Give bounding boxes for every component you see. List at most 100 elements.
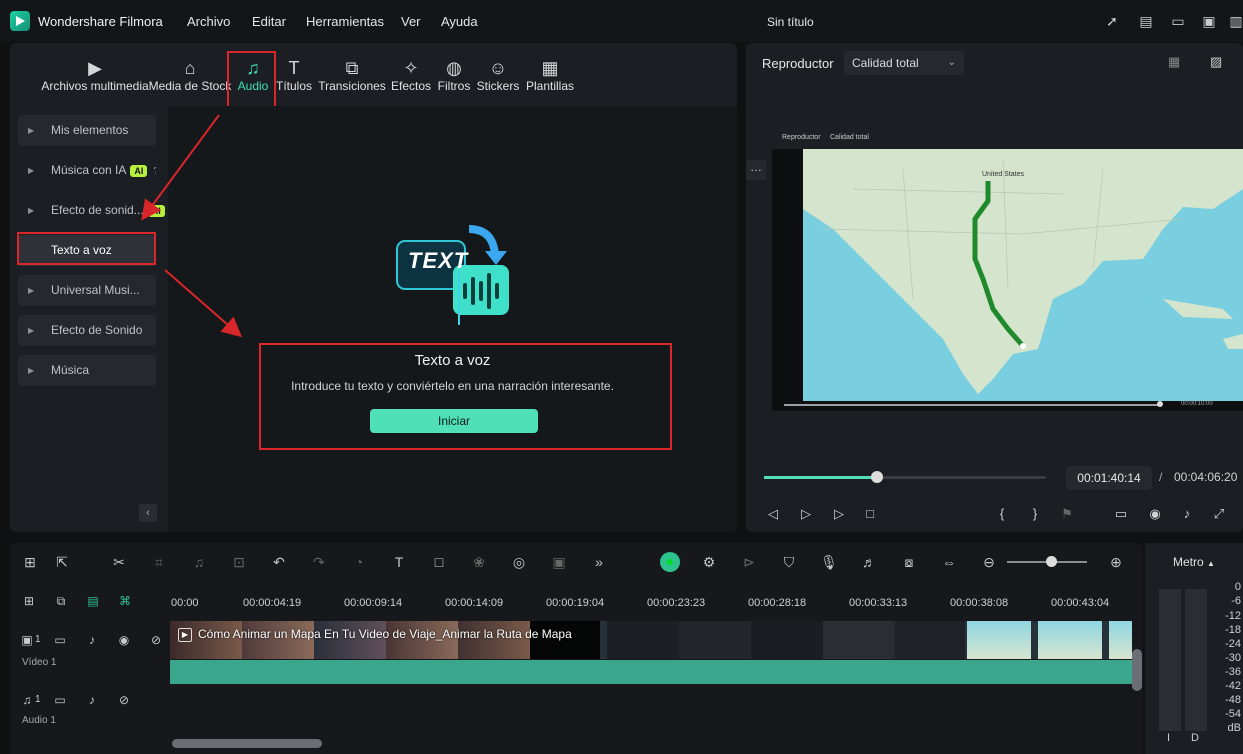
menu-archivo[interactable]: Archivo bbox=[187, 14, 230, 29]
layout-icon[interactable]: ⊞ bbox=[21, 553, 39, 571]
sidebar-item-musica[interactable]: ▶ Música bbox=[18, 355, 156, 386]
menu-editar[interactable]: Editar bbox=[252, 14, 286, 29]
select-tool-icon[interactable]: ⇱ bbox=[53, 553, 71, 571]
total-time: 00:04:06:20 bbox=[1174, 470, 1238, 484]
lock-icon[interactable]: ⊘ bbox=[116, 692, 132, 708]
meter-right-channel bbox=[1185, 589, 1207, 731]
clip-title: Cómo Animar un Mapa En Tu Video de Viaje… bbox=[198, 627, 572, 641]
lock-icon[interactable]: ⊘ bbox=[148, 632, 164, 648]
audio-clip[interactable] bbox=[170, 660, 1132, 684]
ai-image-icon[interactable]: ▣ bbox=[550, 553, 568, 571]
fit-timeline-icon[interactable]: ⇔ bbox=[940, 553, 958, 571]
sidebar-item-universal-music[interactable]: ▶ Universal Musi... bbox=[18, 275, 156, 306]
audio-mixer-icon[interactable]: ♬ bbox=[860, 553, 878, 571]
sidebar-item-mis-elementos[interactable]: ▶ Mis elementos bbox=[18, 115, 156, 146]
menu-herramientas[interactable]: Herramientas bbox=[306, 14, 384, 29]
caret-right-icon: ▶ bbox=[28, 326, 35, 335]
tab-efectos[interactable]: ✧ Efectos bbox=[389, 57, 433, 103]
zoom-out-icon[interactable]: ⊖ bbox=[980, 553, 998, 571]
shield-icon[interactable]: ⛉ bbox=[780, 553, 798, 571]
redo-icon[interactable]: ↷ bbox=[310, 553, 328, 571]
caret-right-icon: ▶ bbox=[28, 286, 35, 295]
color-icon[interactable]: ❀ bbox=[470, 553, 488, 571]
current-time[interactable]: 00:01:40:14 bbox=[1066, 466, 1152, 490]
add-track-icon[interactable]: ⊞ bbox=[21, 593, 37, 609]
sidebar-item-efecto-de-sonido[interactable]: ▶ Efecto de Sonido bbox=[18, 315, 156, 346]
tab-plantillas[interactable]: ▦ Plantillas bbox=[523, 57, 577, 103]
menu-ayuda[interactable]: Ayuda bbox=[441, 14, 478, 29]
text-tool-icon[interactable]: T bbox=[390, 553, 408, 571]
preview-inner-toolbar: Reproductor Calidad total bbox=[772, 129, 1243, 149]
transform-icon[interactable]: ⊡ bbox=[230, 553, 248, 571]
render-preview-icon[interactable]: ⊳ bbox=[740, 553, 758, 571]
player-panel: Reproductor Calidad total ⌄ ▦ ▨ … Reprodu… bbox=[746, 43, 1243, 532]
mark-out-icon[interactable]: } bbox=[1026, 505, 1044, 523]
send-feedback-icon[interactable]: ➚ bbox=[1104, 13, 1120, 29]
speaker-icon[interactable]: ♪ bbox=[84, 632, 100, 648]
scrubber-handle[interactable] bbox=[870, 471, 883, 483]
speed-icon[interactable]: ◔ bbox=[350, 553, 368, 571]
ai-assistant-icon[interactable]: ● bbox=[660, 552, 680, 572]
speaker-icon[interactable]: ♪ bbox=[84, 692, 100, 708]
fullscreen-icon[interactable]: ⤢ bbox=[1210, 505, 1228, 523]
video-preview[interactable]: Reproductor Calidad total United States … bbox=[772, 129, 1243, 411]
more-tools-icon[interactable]: » bbox=[590, 553, 608, 571]
folder-icon[interactable]: ▭ bbox=[52, 692, 68, 708]
split-scissors-icon[interactable]: ✂ bbox=[110, 553, 128, 571]
volume-icon[interactable]: ♪ bbox=[1178, 505, 1196, 523]
track-layout-icon[interactable]: ▤ bbox=[85, 593, 101, 609]
tts-content: TEXT Texto a voz Introduce tu texto y co… bbox=[168, 106, 737, 532]
marker-icon[interactable]: ⚑ bbox=[1058, 505, 1076, 523]
mark-in-icon[interactable]: { bbox=[993, 505, 1011, 523]
image-snapshot-icon[interactable]: ▨ bbox=[1210, 55, 1228, 69]
previous-frame-icon[interactable]: ◁ bbox=[764, 505, 782, 523]
menu-more-icon[interactable]: ▥ bbox=[1228, 13, 1243, 29]
tab-archivos-multimedia[interactable]: ▶ Archivos multimedia bbox=[28, 57, 162, 103]
tab-media-de-stock[interactable]: ⌂ Media de Stock bbox=[146, 57, 234, 103]
tab-stickers[interactable]: ☺ Stickers bbox=[476, 57, 520, 103]
folder-icon[interactable]: ▭ bbox=[52, 632, 68, 648]
microphone-icon[interactable]: 🎙 bbox=[820, 553, 838, 571]
link-icon[interactable]: ⧉ bbox=[53, 593, 69, 609]
audio-detach-icon[interactable]: ♫ bbox=[190, 553, 208, 571]
display-icon[interactable]: ▭ bbox=[1112, 505, 1130, 523]
tab-filtros[interactable]: ◍ Filtros bbox=[434, 57, 474, 103]
sidebar-item-efecto-de-sonido-ia[interactable]: ▶ Efecto de sonid... AI bbox=[18, 195, 170, 226]
magnet-icon[interactable]: ⌘ bbox=[117, 593, 133, 609]
play-icon[interactable]: ▷ bbox=[830, 505, 848, 523]
save-icon[interactable]: ▣ bbox=[1201, 13, 1217, 29]
minimize-icon[interactable]: ▭ bbox=[1170, 13, 1186, 29]
more-options-icon[interactable]: … bbox=[746, 160, 766, 180]
project-info-icon[interactable]: ▤ bbox=[1138, 13, 1154, 29]
caret-up-icon: ▲ bbox=[1207, 559, 1215, 568]
grid-view-icon[interactable]: ▦ bbox=[1168, 55, 1186, 69]
quality-select[interactable]: Calidad total ⌄ bbox=[844, 51, 964, 75]
tab-transiciones[interactable]: ⧉ Transiciones bbox=[318, 57, 386, 103]
video-clip[interactable]: ▶ Cómo Animar un Mapa En Tu Video de Via… bbox=[170, 621, 1132, 659]
next-frame-icon[interactable]: ▷ bbox=[797, 505, 815, 523]
sidebar-item-musica-ia[interactable]: ▶Música con IAAI? bbox=[18, 155, 156, 186]
ai-tools-icon[interactable]: ◎ bbox=[510, 553, 528, 571]
rectangle-tool-icon[interactable]: □ bbox=[430, 553, 448, 571]
annotation-box-audio-tab bbox=[227, 51, 276, 111]
clip-settings-icon[interactable]: ⧇ bbox=[900, 553, 918, 571]
smart-render-icon[interactable]: ⚙ bbox=[700, 553, 718, 571]
menu-ver[interactable]: Ver bbox=[401, 14, 421, 29]
camera-icon[interactable]: ◉ bbox=[1146, 505, 1164, 523]
zoom-slider-handle[interactable] bbox=[1046, 556, 1057, 567]
track-headers: ⊞ ⧉ ▤ ⌘ ▣ 1 ▭ ♪ ◉ ⊘ Vídeo 1 ♫ 1 ▭ ♪ ⊘ Au… bbox=[10, 581, 170, 754]
horizontal-scrollbar[interactable] bbox=[172, 739, 322, 748]
eye-icon[interactable]: ◉ bbox=[116, 632, 132, 648]
stop-icon[interactable]: □ bbox=[861, 505, 879, 523]
meter-title[interactable]: Metro ▲ bbox=[1145, 555, 1243, 569]
help-icon[interactable]: ? bbox=[153, 166, 156, 177]
undo-icon[interactable]: ↶ bbox=[270, 553, 288, 571]
crop-icon[interactable]: ⌗ bbox=[150, 553, 168, 571]
vertical-scrollbar[interactable] bbox=[1132, 649, 1142, 691]
collapse-sidebar-button[interactable]: ‹ bbox=[139, 504, 157, 522]
tts-graphic-text: TEXT bbox=[408, 248, 469, 273]
tab-titulos[interactable]: T Títulos bbox=[275, 57, 313, 103]
zoom-in-icon[interactable]: ⊕ bbox=[1107, 553, 1125, 571]
playback-scrubber[interactable] bbox=[764, 471, 1046, 483]
timeline-ruler[interactable]: 00:00 00:00:04:19 00:00:09:14 00:00:14:0… bbox=[170, 595, 1143, 615]
